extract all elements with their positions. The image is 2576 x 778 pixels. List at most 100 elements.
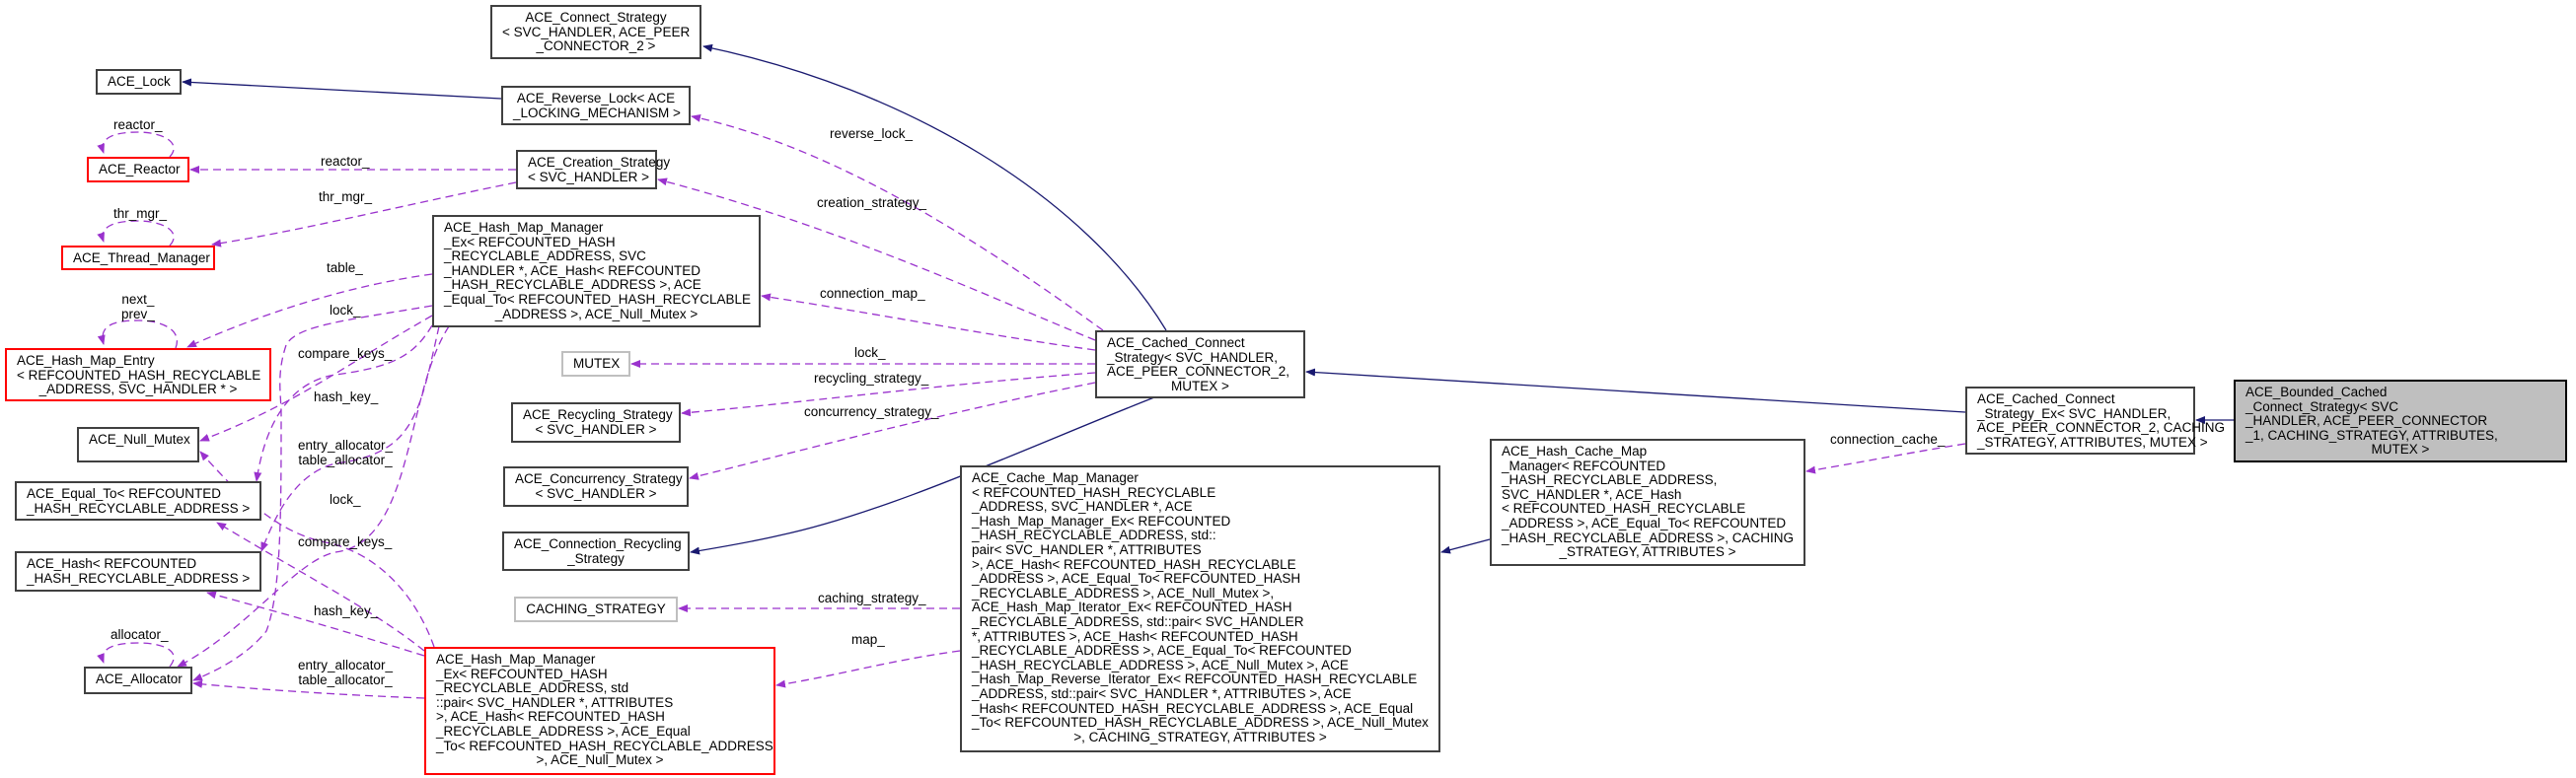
node-caching-strategy[interactable]: CACHING_STRATEGY — [514, 597, 678, 622]
edge-label-allocators-top: entry_allocator_ table_allocator_ — [298, 438, 394, 467]
node-label-line: _Strategy< SVC_HANDLER, — [1107, 349, 1278, 365]
edge-inherit-cached-connect — [1305, 368, 1966, 413]
node-label-line: ACE_PEER_CONNECTOR_2, — [1107, 364, 1290, 380]
node-ace-hash-map-entry[interactable]: ACE_Hash_Map_Entry < REFCOUNTED_HASH_RECY… — [5, 348, 271, 401]
node-label-line: ::pair< SVC_HANDLER *, ATTRIBUTES — [436, 694, 674, 710]
node-label-line: _Ex< REFCOUNTED_HASH — [444, 234, 616, 249]
node-ace-connection-recycling-strategy[interactable]: ACE_Connection_Recycling _Strategy — [502, 531, 690, 571]
node-label-line: CACHING_STRATEGY — [526, 601, 666, 616]
node-label-line: < REFCOUNTED_HASH_RECYCLABLE — [1502, 501, 1746, 517]
node-label-line: _RECYCLABLE_ADDRESS >, ACE_Equal_To< REF… — [972, 643, 1352, 659]
edge-label-entry-self: next_ prev_ — [121, 292, 155, 321]
node-label-line: ACE_Concurrency_Strategy — [515, 471, 683, 486]
edge-label-recycling-strategy: recycling_strategy_ — [814, 371, 929, 386]
node-label-line: _HASH_RECYCLABLE_ADDRESS > — [27, 570, 251, 586]
node-ace-creation-strategy[interactable]: ACE_Creation_Strategy < SVC_HANDLER > — [516, 150, 670, 189]
node-label-line: _ADDRESS, SVC_HANDLER *, ACE — [972, 499, 1193, 515]
edge-label-allocators-bottom: entry_allocator_ table_allocator_ — [298, 658, 394, 687]
node-label-line: _HASH_RECYCLABLE_ADDRESS, std:: — [972, 528, 1216, 543]
node-label-line: _Strategy — [567, 550, 625, 566]
node-label-line: ACE_Hash_Map_Entry — [17, 353, 155, 368]
node-label-line: _Strategy_Ex< SVC_HANDLER, — [1977, 405, 2171, 421]
node-ace-null-mutex[interactable]: ACE_Null_Mutex — [77, 427, 199, 462]
edge-label-concurrency-strategy: concurrency_strategy_ — [804, 404, 939, 419]
node-label-line: < REFCOUNTED_HASH_RECYCLABLE — [972, 484, 1216, 500]
node-label-line: _HANDLER, ACE_PEER_CONNECTOR — [2245, 413, 2488, 429]
node-label-line: _ADDRESS >, ACE_Equal_To< REFCOUNTED — [1502, 515, 1787, 530]
node-ace-equal-to[interactable]: ACE_Equal_To< REFCOUNTED _HASH_RECYCLABLE… — [15, 481, 261, 521]
node-label-line: _Hash_Map_Manager_Ex< REFCOUNTED — [972, 513, 1231, 529]
edge-label-connection-map: connection_map_ — [820, 286, 925, 301]
node-label-line: _RECYCLABLE_ADDRESS, SVC — [444, 248, 646, 264]
edge-map — [775, 650, 961, 688]
node-label-line: _Manager< REFCOUNTED — [1502, 458, 1666, 473]
edge-label-thr-mgr-self: thr_mgr_ — [113, 206, 168, 221]
node-ace-hash-map-manager-ex-top[interactable]: ACE_Hash_Map_Manager _Ex< REFCOUNTED_HASH… — [432, 215, 761, 327]
node-ace-cache-map-manager[interactable]: ACE_Cache_Map_Manager < REFCOUNTED_HASH_R… — [960, 465, 1440, 752]
node-label-line: _ADDRESS >, ACE_Equal_To< REFCOUNTED_HAS… — [972, 571, 1301, 587]
edge-label-map: map_ — [851, 632, 885, 647]
node-label-line: _RECYCLABLE_ADDRESS, std::pair< SVC_HAND… — [972, 613, 1304, 629]
node-ace-allocator[interactable]: ACE_Allocator — [84, 667, 192, 694]
node-ace-bounded-cached-connect-strategy[interactable]: ACE_Bounded_Cached _Connect_Strategy< SVC… — [2234, 380, 2567, 462]
node-label-line: ACE_Hash_Map_Iterator_Ex< REFCOUNTED_HAS… — [972, 600, 1292, 615]
node-label-line: _CONNECTOR_2 > — [536, 38, 656, 54]
node-label-line: _RECYCLABLE_ADDRESS >, ACE_Equal — [436, 723, 691, 739]
edge-label-caching-strategy: caching_strategy_ — [818, 591, 926, 605]
node-label-line: < SVC_HANDLER > — [528, 169, 650, 184]
node-label-line: _RECYCLABLE_ADDRESS >, ACE_Null_Mutex >, — [972, 585, 1275, 601]
node-label-line: ACE_Connection_Recycling — [514, 536, 682, 551]
node-ace-cached-connect-strategy-ex[interactable]: ACE_Cached_Connect _Strategy_Ex< SVC_HAND… — [1965, 387, 2225, 455]
node-label-line: ACE_Cached_Connect — [1107, 335, 1245, 350]
node-label-line: < REFCOUNTED_HASH_RECYCLABLE — [17, 367, 261, 383]
node-label-line: MUTEX > — [1171, 378, 1229, 393]
node-ace-connect-strategy[interactable]: ACE_Connect_Strategy < SVC_HANDLER, ACE_P… — [490, 5, 701, 59]
edge-connection-cache — [1805, 443, 1966, 474]
edge-label-lock-top: lock_ — [330, 303, 361, 318]
edge-reactor-self — [97, 131, 175, 158]
node-label-line: _HASH_RECYCLABLE_ADDRESS > — [27, 500, 251, 516]
node-ace-reverse-lock[interactable]: ACE_Reverse_Lock< ACE _LOCKING_MECHANISM … — [501, 86, 691, 125]
node-label-line: ACE_Hash_Map_Manager — [436, 652, 596, 667]
node-label-line: _HASH_RECYCLABLE_ADDRESS >, ACE_Null_Mut… — [972, 657, 1349, 672]
edge-label-thr-mgr: thr_mgr_ — [319, 189, 373, 204]
node-label-line: ACE_Hash_Cache_Map — [1502, 444, 1648, 459]
node-ace-reactor[interactable]: ACE_Reactor — [87, 157, 189, 182]
edge-allocator-self — [97, 642, 175, 668]
node-label-line: _Hash_Map_Reverse_Iterator_Ex< REFCOUNTE… — [972, 672, 1418, 687]
node-label-line: >, ACE_Hash< REFCOUNTED_HASH — [436, 709, 665, 725]
edge-inherit-lock — [182, 78, 502, 100]
node-ace-thread-manager[interactable]: ACE_Thread_Manager — [61, 246, 215, 270]
node-label-line: ACE_Hash_Map_Manager — [444, 220, 604, 235]
node-ace-concurrency-strategy[interactable]: ACE_Concurrency_Strategy < SVC_HANDLER > — [503, 466, 689, 507]
node-label-line: _HASH_RECYCLABLE_ADDRESS >, CACHING — [1502, 530, 1794, 545]
node-label-line: ACE_Hash< REFCOUNTED — [27, 556, 197, 571]
node-label-line: ACE_Equal_To< REFCOUNTED — [27, 486, 221, 501]
node-ace-lock[interactable]: ACE_Lock — [96, 69, 182, 95]
node-label-line: ACE_Reactor — [99, 162, 181, 177]
node-label-line: _LOCKING_MECHANISM > — [513, 105, 681, 120]
node-label-line: MUTEX > — [2371, 442, 2430, 458]
node-label-line: _1, CACHING_STRATEGY, ATTRIBUTES, — [2245, 427, 2498, 443]
node-mutex[interactable]: MUTEX — [561, 351, 630, 377]
node-ace-hash[interactable]: ACE_Hash< REFCOUNTED _HASH_RECYCLABLE_ADD… — [15, 551, 261, 592]
node-label-line: ACE_Cached_Connect — [1977, 391, 2115, 406]
edge-inherit-hash-cache-map — [1440, 538, 1491, 554]
node-ace-cached-connect-strategy[interactable]: ACE_Cached_Connect _Strategy< SVC_HANDLER… — [1095, 330, 1305, 398]
node-label-line: _HANDLER *, ACE_Hash< REFCOUNTED — [444, 262, 700, 278]
node-ace-hash-map-manager-ex-bottom[interactable]: ACE_Hash_Map_Manager _Ex< REFCOUNTED_HASH… — [424, 647, 775, 775]
node-label-line: _Connect_Strategy< SVC — [2245, 398, 2398, 414]
node-label-line: SVC_HANDLER *, ACE_Hash — [1502, 486, 1682, 502]
edge-thrmgr-self — [97, 220, 175, 247]
edge-label-lock-bottom: lock_ — [330, 492, 361, 507]
node-ace-hash-cache-map-manager[interactable]: ACE_Hash_Cache_Map _Manager< REFCOUNTED _H… — [1490, 439, 1805, 566]
node-label-line: _Ex< REFCOUNTED_HASH — [436, 666, 608, 681]
node-label-line: _Equal_To< REFCOUNTED_HASH_RECYCLABLE — [444, 291, 751, 307]
node-ace-recycling-strategy[interactable]: ACE_Recycling_Strategy < SVC_HANDLER > — [511, 402, 681, 443]
node-label-line: _HASH_RECYCLABLE_ADDRESS >, ACE — [444, 277, 701, 293]
node-label-line: ACE_Connect_Strategy — [525, 10, 667, 25]
edge-label-creation-strategy: creation_strategy_ — [817, 195, 927, 210]
edge-label-mutex-lock: lock_ — [854, 345, 886, 360]
node-label-line: ACE_Allocator — [96, 672, 183, 686]
node-label-line: *, ATTRIBUTES >, ACE_Hash< REFCOUNTED_HA… — [972, 628, 1298, 644]
